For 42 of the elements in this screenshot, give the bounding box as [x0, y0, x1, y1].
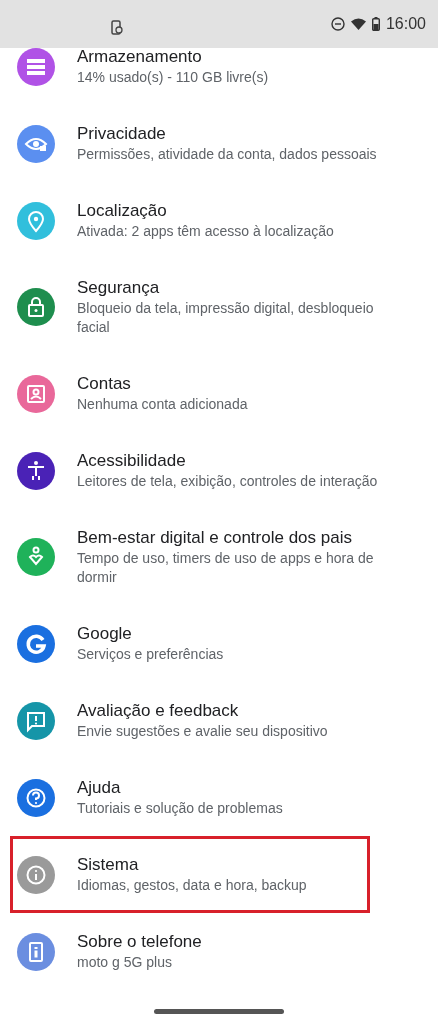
- item-summary: Envie sugestões e avalie seu dispositivo: [77, 722, 328, 741]
- item-title: Sobre o telefone: [77, 931, 202, 953]
- settings-item[interactable]: Sobre o telefone moto g 5G plus: [0, 913, 438, 990]
- item-title: Google: [77, 623, 133, 645]
- item-summary: Leitores de tela, exibição, controles de interação: [77, 472, 378, 491]
- settings-item[interactable]: Ajuda Tutoriais e solução de problemas: [0, 759, 438, 836]
- item-title: Contas: [77, 373, 132, 395]
- item-summary: Tempo de uso, timers de uso de apps e hora de dormir: [77, 549, 375, 587]
- item-title: Privacidade: [77, 123, 167, 145]
- item-title: Armazenamento: [77, 48, 203, 68]
- settings-item[interactable]: Contas Nenhuma conta adicionada: [0, 355, 438, 432]
- item-summary: Bloqueio da tela, impressão digital, desbloqueio facial: [77, 299, 375, 337]
- settings-item[interactable]: Avaliação e feedback Envie sugestões e avalie seu dispositivo: [0, 682, 438, 759]
- settings-item[interactable]: Acessibilidade Leitores de tela, exibição, controles de interação: [0, 432, 438, 509]
- item-summary: Permissões, atividade da conta, dados pessoais: [77, 145, 377, 164]
- settings-item[interactable]: Google Serviços e preferências: [0, 605, 438, 682]
- item-summary: 14% usado(s) - 110 GB livre(s): [77, 68, 269, 87]
- item-summary: Serviços e preferências: [77, 645, 224, 664]
- item-title: Ajuda: [77, 777, 122, 799]
- settings-item[interactable]: Sistema Idiomas, gestos, data e hora, backup: [10, 836, 370, 913]
- settings-item[interactable]: Localização Ativada: 2 apps têm acesso à localização: [0, 182, 438, 259]
- settings-item[interactable]: Armazenamento 14% usado(s) - 110 GB livre(s): [0, 48, 438, 105]
- settings-item[interactable]: Privacidade Permissões, atividade da conta, dados pessoais: [0, 105, 438, 182]
- item-title: Segurança: [77, 277, 161, 299]
- wifi-icon: [350, 18, 366, 30]
- item-summary: Tutoriais e solução de problemas: [77, 799, 283, 818]
- item-summary: Nenhuma conta adicionada: [77, 395, 248, 414]
- item-summary: Ativada: 2 apps têm acesso à localização: [77, 222, 334, 241]
- navigation-handle[interactable]: [154, 1009, 284, 1014]
- do-not-disturb-icon: [330, 17, 345, 31]
- battery-icon: [371, 17, 380, 31]
- settings-item[interactable]: Segurança Bloqueio da tela, impressão digital, desbloqueio facial: [0, 259, 438, 355]
- item-title: Acessibilidade: [77, 450, 187, 472]
- item-summary: Idiomas, gestos, data e hora, backup: [77, 876, 307, 895]
- settings-item[interactable]: Bem-estar digital e controle dos pais Tempo de uso, timers de uso de apps e hora de dormir: [0, 509, 438, 605]
- clock-time: 16:00: [385, 14, 426, 34]
- item-title: Sistema: [77, 854, 140, 876]
- item-title: Bem-estar digital e controle dos pais: [77, 527, 353, 549]
- item-title: Localização: [77, 200, 168, 222]
- item-summary: moto g 5G plus: [77, 953, 173, 972]
- item-title: Avaliação e feedback: [77, 700, 240, 722]
- phone-icon: [111, 20, 123, 35]
